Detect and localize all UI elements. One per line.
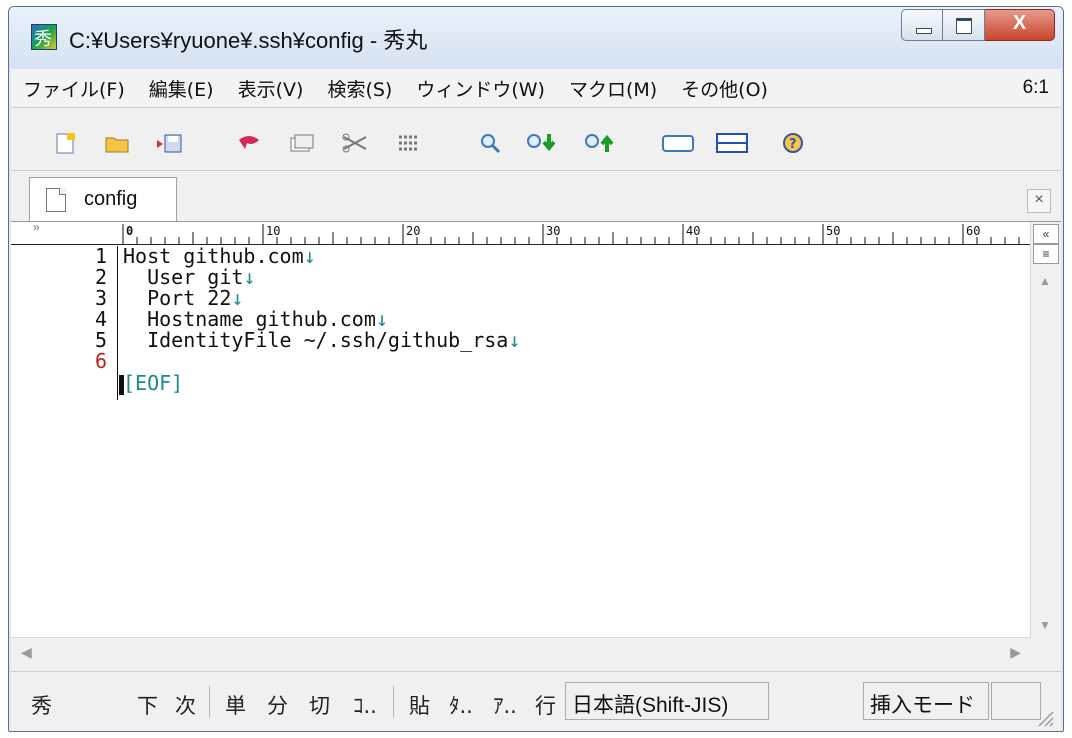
line-number: 2 bbox=[94, 265, 107, 289]
toolbar: ? bbox=[11, 108, 1061, 171]
editor-window: C:¥Users¥ryuone¥.ssh¥config - 秀丸 X ファイル(… bbox=[8, 6, 1064, 732]
line-number: 5 bbox=[94, 328, 107, 352]
status-button-cut[interactable]: 切 bbox=[309, 690, 330, 720]
ruler-label: 50 bbox=[826, 224, 840, 238]
tab-close-button[interactable]: × bbox=[1027, 189, 1051, 213]
search-icon[interactable] bbox=[477, 132, 505, 154]
line-number: 1 bbox=[94, 244, 107, 268]
code-line[interactable]: Hostname github.com↓ bbox=[123, 309, 388, 330]
ruler: » 0 10 20 30 40 50 60 bbox=[11, 220, 1031, 245]
window-controls: X bbox=[901, 9, 1055, 45]
status-button-down[interactable]: 下 bbox=[137, 690, 158, 720]
status-button-tag[interactable]: ﾀ.. bbox=[449, 690, 473, 720]
status-button-app[interactable]: ｱ.. bbox=[493, 690, 517, 720]
window-title: C:¥Users¥ryuone¥.ssh¥config - 秀丸 bbox=[69, 28, 428, 53]
close-button[interactable]: X bbox=[985, 9, 1055, 41]
text-editor[interactable]: » 0 10 20 30 40 50 60 1 2 3 4 5 6 Host github.… bbox=[11, 220, 1061, 638]
eol-marker: ↓ bbox=[243, 265, 256, 289]
close-icon: X bbox=[1012, 12, 1027, 34]
cut-icon[interactable] bbox=[341, 132, 369, 154]
status-button-copy[interactable]: ｺ.. bbox=[353, 690, 377, 720]
tab-label: config bbox=[84, 188, 138, 210]
status-button-split[interactable]: 分 bbox=[267, 690, 288, 720]
horizontal-scrollbar[interactable]: ◀ ▶ bbox=[11, 637, 1031, 672]
maximize-icon bbox=[956, 18, 972, 34]
scrollbar-corner bbox=[1031, 637, 1061, 671]
insert-mode-field[interactable]: 挿入モード bbox=[863, 682, 989, 720]
scroll-right-icon[interactable]: ▶ bbox=[1010, 644, 1021, 661]
undo-icon[interactable] bbox=[235, 132, 263, 154]
code-text: IdentityFile ~/.ssh/github_rsa bbox=[123, 328, 509, 352]
resize-grip-icon[interactable] bbox=[1033, 706, 1055, 728]
maximize-button[interactable] bbox=[943, 9, 985, 41]
menu-edit[interactable]: 編集(E) bbox=[137, 75, 226, 102]
ruler-label: 30 bbox=[546, 224, 560, 238]
encoding-field[interactable]: 日本語(Shift-JIS) bbox=[565, 682, 769, 720]
menu-file[interactable]: ファイル(F) bbox=[11, 75, 137, 102]
svg-text:?: ? bbox=[789, 137, 797, 152]
copy-icon[interactable] bbox=[287, 132, 315, 154]
tab-bar: config × bbox=[11, 171, 1061, 221]
scroll-up-icon[interactable]: ▲ bbox=[1039, 274, 1051, 288]
help-icon[interactable]: ? bbox=[779, 132, 807, 154]
code-line[interactable]: Port 22↓ bbox=[123, 288, 243, 309]
menu-view[interactable]: 表示(V) bbox=[226, 75, 316, 102]
search-next-icon[interactable] bbox=[525, 132, 565, 154]
minimize-button[interactable] bbox=[901, 9, 943, 41]
collapse-left-button[interactable]: « bbox=[1033, 224, 1059, 244]
eol-marker: ↓ bbox=[508, 328, 521, 352]
scroll-down-icon[interactable]: ▼ bbox=[1039, 618, 1051, 632]
line-number: 4 bbox=[94, 307, 107, 331]
status-bar: 秀 下 次 単 分 切 ｺ.. 貼 ﾀ.. ｱ.. 行 日本語(Shift-JI… bbox=[11, 671, 1061, 731]
tab-config[interactable]: config bbox=[29, 177, 177, 221]
vertical-scrollbar[interactable]: « ≡ ▲ ▼ bbox=[1030, 222, 1061, 638]
ruler-label: 10 bbox=[266, 224, 280, 238]
ruler-label: 0 bbox=[126, 224, 133, 238]
status-hide-button[interactable]: 秀 bbox=[31, 690, 52, 720]
status-separator bbox=[393, 686, 394, 718]
save-icon[interactable] bbox=[155, 132, 183, 154]
new-file-icon[interactable] bbox=[51, 132, 79, 154]
ruler-label: 20 bbox=[406, 224, 420, 238]
status-button-paste[interactable]: 貼 bbox=[409, 690, 430, 720]
eof-marker: [EOF] bbox=[123, 371, 184, 395]
minimize-icon bbox=[916, 28, 932, 34]
menu-other[interactable]: その他(O) bbox=[669, 75, 780, 102]
ruler-scale: 0 10 20 30 40 50 60 bbox=[122, 224, 1020, 244]
menu-window[interactable]: ウィンドウ(W) bbox=[404, 75, 557, 102]
status-button-next[interactable]: 次 bbox=[175, 690, 196, 720]
outline-button[interactable]: ≡ bbox=[1033, 244, 1059, 264]
code-line[interactable]: User git↓ bbox=[123, 267, 255, 288]
code-line[interactable]: Host github.com↓ bbox=[123, 246, 316, 267]
line-number-current: 6 bbox=[94, 349, 107, 373]
open-folder-icon[interactable] bbox=[103, 132, 131, 154]
menu-macro[interactable]: マクロ(M) bbox=[557, 75, 669, 102]
eol-marker: ↓ bbox=[303, 244, 316, 268]
split-icon[interactable] bbox=[715, 132, 749, 154]
menu-bar: ファイル(F) 編集(E) 表示(V) 検索(S) ウィンドウ(W) マクロ(M… bbox=[11, 69, 1061, 108]
cursor-position: 6:1 bbox=[1022, 77, 1049, 98]
window-icon[interactable] bbox=[661, 132, 695, 154]
scroll-left-icon[interactable]: ◀ bbox=[21, 644, 32, 661]
gutter-divider bbox=[117, 246, 118, 400]
search-prev-icon[interactable] bbox=[583, 132, 623, 154]
status-button-word[interactable]: 単 bbox=[225, 690, 246, 720]
status-button-line[interactable]: 行 bbox=[535, 690, 556, 720]
line-number: 3 bbox=[94, 286, 107, 310]
status-separator bbox=[209, 686, 210, 718]
ruler-label: 60 bbox=[966, 224, 980, 238]
document-icon bbox=[46, 188, 66, 212]
ruler-label: 40 bbox=[686, 224, 700, 238]
hidemaru-app-icon[interactable] bbox=[31, 24, 57, 51]
line-number-gutter: 1 2 3 4 5 6 bbox=[11, 246, 117, 638]
menu-search[interactable]: 検索(S) bbox=[315, 75, 404, 102]
paste-icon[interactable] bbox=[395, 132, 423, 154]
code-line[interactable]: IdentityFile ~/.ssh/github_rsa↓ bbox=[123, 330, 520, 351]
title-bar[interactable]: C:¥Users¥ryuone¥.ssh¥config - 秀丸 X bbox=[9, 7, 1063, 69]
